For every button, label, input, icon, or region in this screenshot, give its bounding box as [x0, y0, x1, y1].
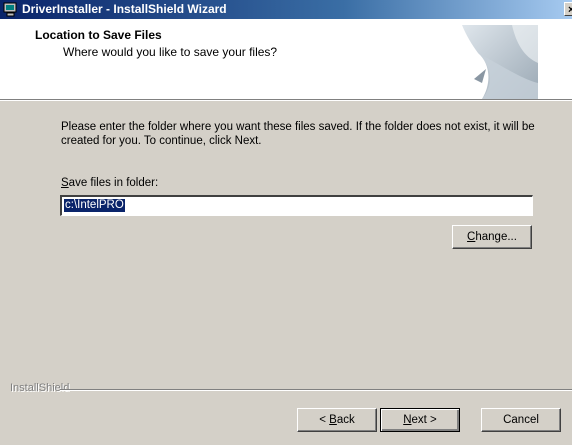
cancel-button[interactable]: Cancel: [481, 408, 561, 432]
back-button-label: ack: [336, 414, 355, 426]
save-folder-value: c:\IntelPRO: [64, 199, 125, 212]
installshield-page-graphic: [462, 25, 538, 99]
save-folder-label: Save files in folder:: [61, 177, 158, 189]
header-divider-highlight: [0, 100, 572, 101]
close-icon: ×: [568, 4, 572, 16]
change-button[interactable]: Change...: [452, 225, 532, 249]
close-button[interactable]: ×: [564, 2, 572, 16]
window-title: DriverInstaller - InstallShield Wizard: [22, 2, 227, 16]
title-bar[interactable]: DriverInstaller - InstallShield Wizard ×: [0, 0, 572, 19]
installer-computer-icon: [3, 2, 17, 17]
installshield-wizard-window: DriverInstaller - InstallShield Wizard ×…: [0, 0, 572, 445]
footer-divider-highlight: [60, 390, 572, 391]
instructions-text: Please enter the folder where you want t…: [61, 121, 535, 147]
page-subtitle: Where would you like to save your files?: [63, 45, 278, 59]
back-button-accel: B: [329, 414, 337, 426]
back-button-prefix: <: [319, 414, 330, 426]
save-folder-input[interactable]: c:\IntelPRO: [60, 195, 533, 216]
next-button[interactable]: Next >: [380, 408, 460, 432]
page-title: Location to Save Files: [35, 28, 162, 42]
next-button-label: ext >: [411, 414, 437, 426]
installshield-brand-label: InstallShield: [10, 382, 70, 394]
save-folder-label-text: ave files in folder:: [68, 177, 159, 189]
next-button-accel: N: [403, 414, 412, 426]
header-panel: Location to Save Files Where would you l…: [0, 19, 572, 99]
change-button-label: hange...: [475, 231, 517, 243]
save-folder-label-accel: S: [61, 177, 69, 189]
back-button[interactable]: < Back: [297, 408, 377, 432]
